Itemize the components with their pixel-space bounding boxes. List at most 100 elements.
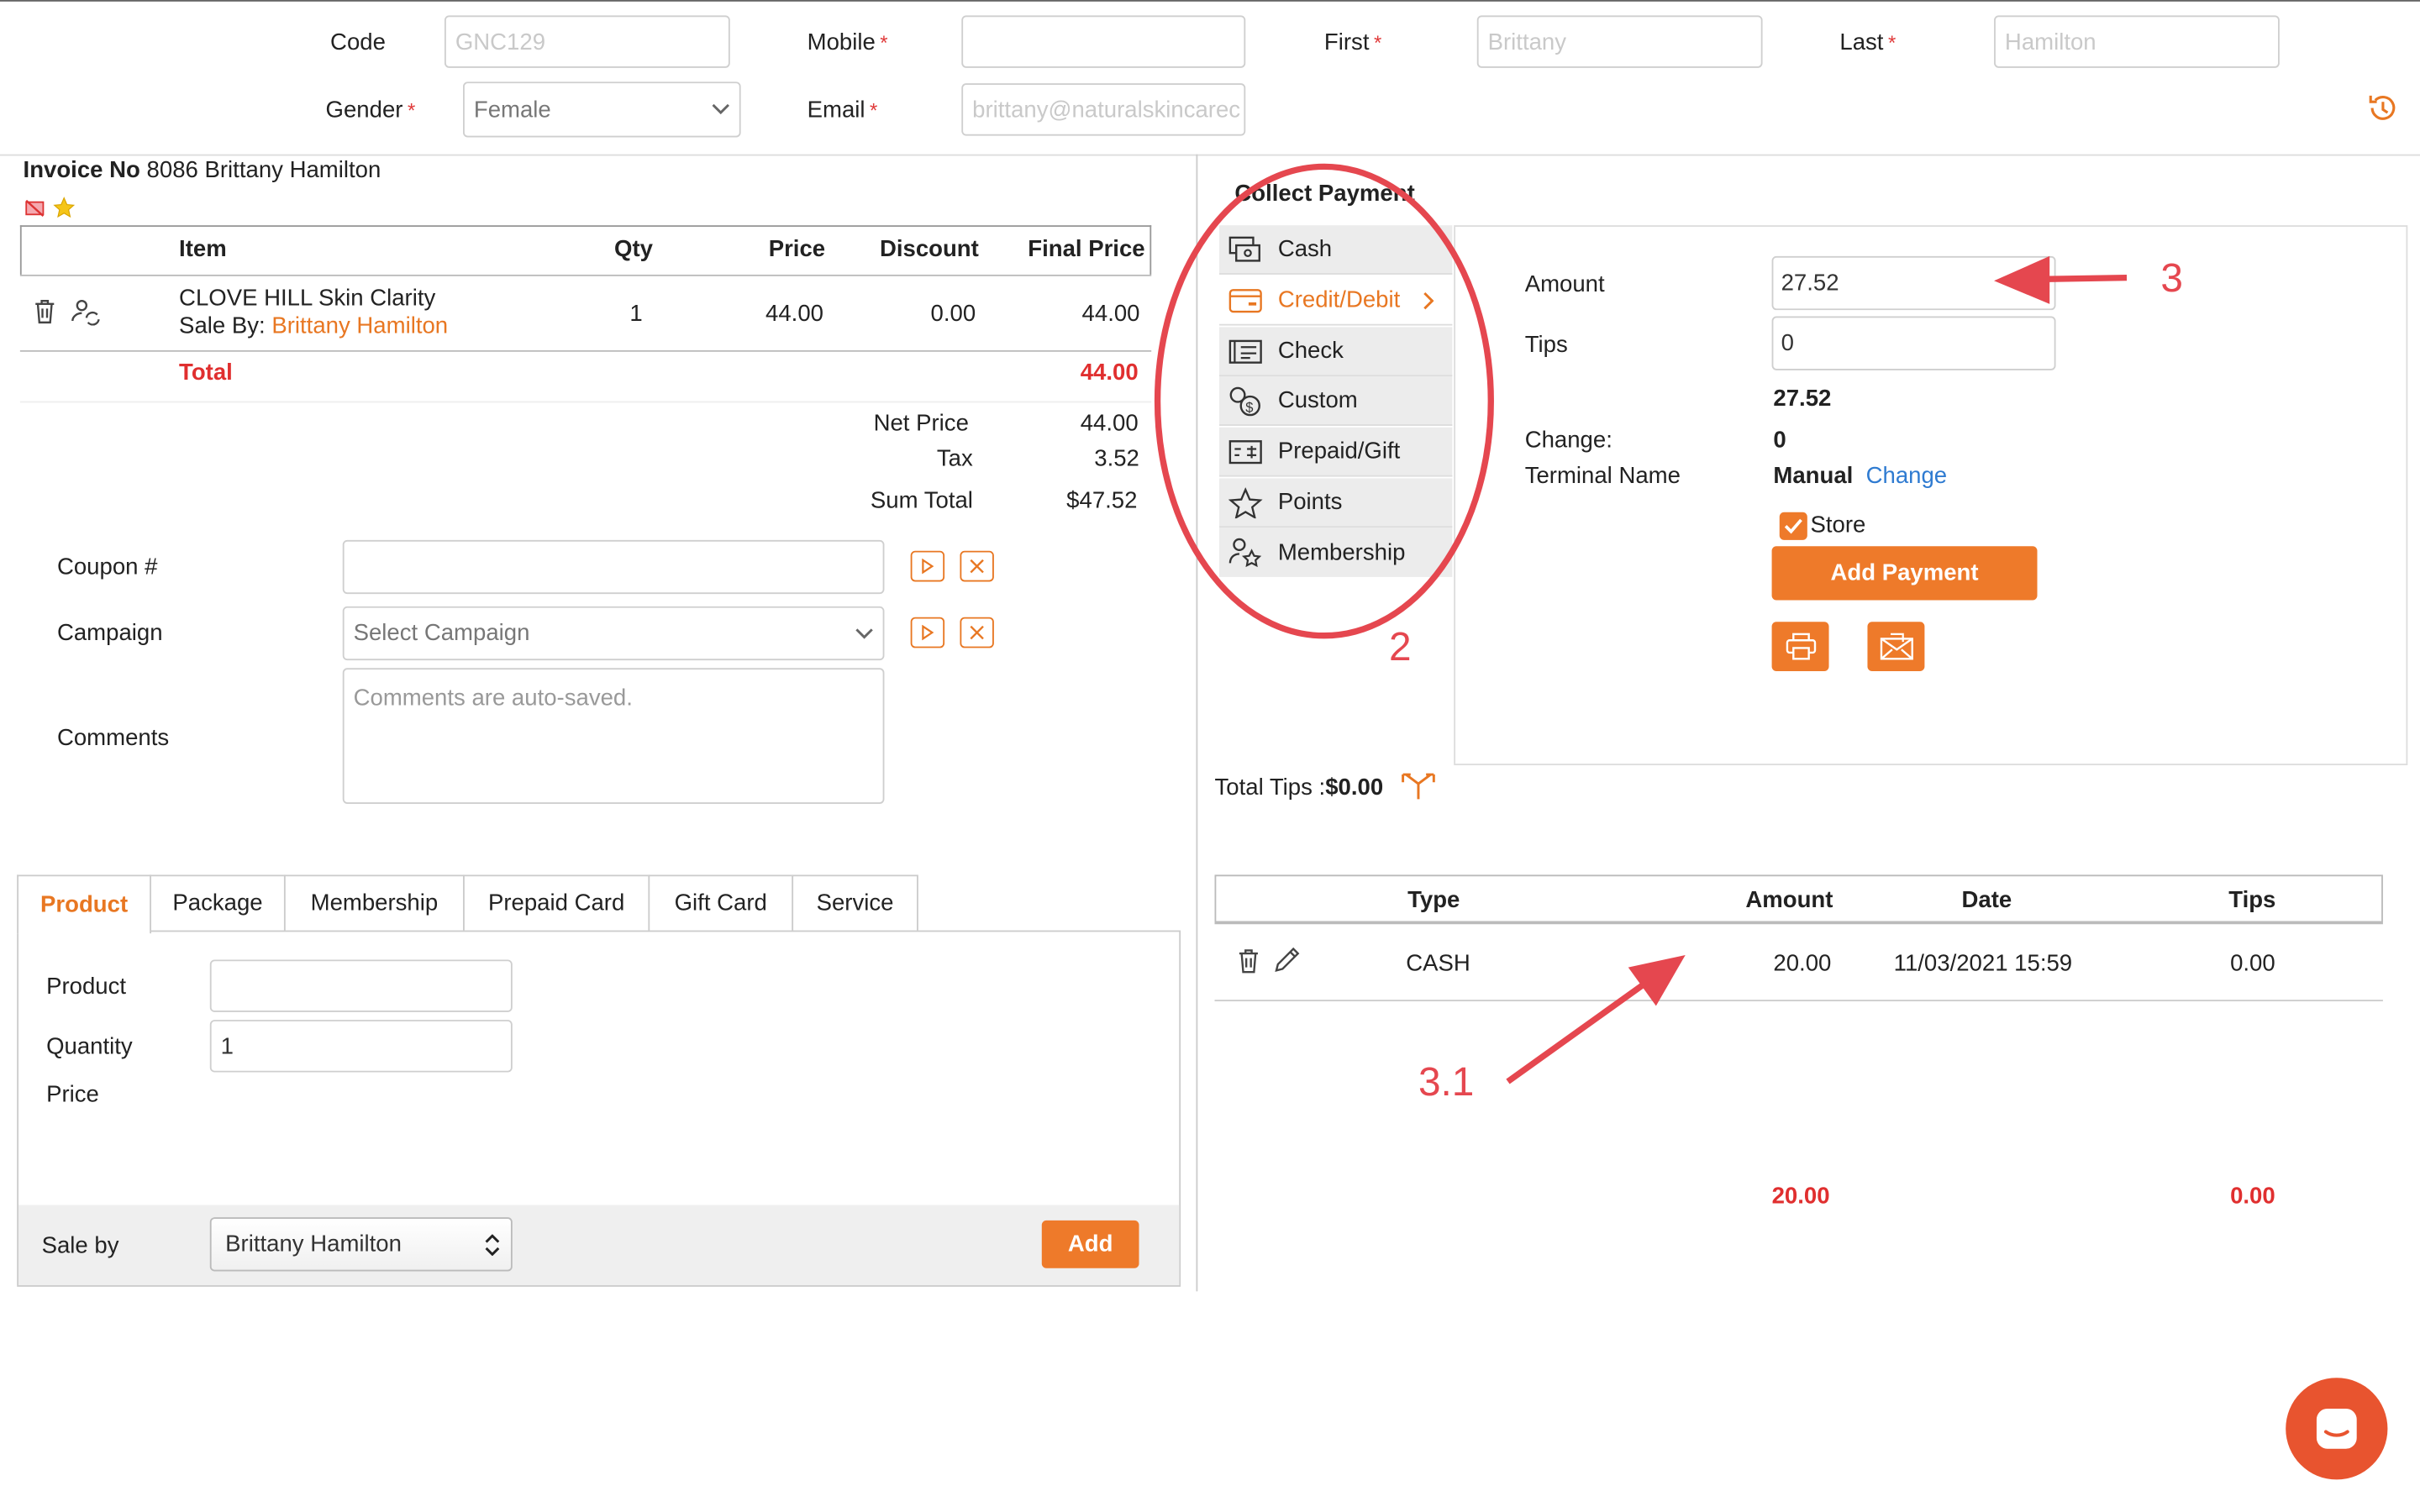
coupon-clear-button[interactable] (960, 550, 994, 582)
quantity-input[interactable]: 1 (209, 1020, 513, 1073)
chat-launcher-button[interactable] (2286, 1378, 2388, 1480)
method-prepaid-gift[interactable]: Prepaid/Gift (1219, 427, 1453, 477)
window-top-border (0, 0, 2420, 2)
col-discount: Discount (879, 236, 979, 263)
product-input[interactable] (209, 959, 513, 1012)
tab-service[interactable]: Service (792, 874, 918, 932)
last-name-input[interactable]: Hamilton (1994, 15, 2280, 68)
store-checkbox[interactable] (1779, 512, 1807, 540)
amount-input[interactable]: 27.52 (1771, 255, 2056, 311)
gender-label: Gender * (325, 97, 416, 123)
printer-icon (1785, 633, 1816, 660)
item-name: CLOVE HILL Skin Clarity (179, 285, 436, 312)
mobile-input[interactable] (961, 15, 1246, 68)
change-value: 0 (1773, 427, 1786, 454)
total-value: 44.00 (1080, 359, 1139, 386)
item-sale-by-link[interactable]: Brittany Hamilton (271, 313, 448, 339)
membership-icon (1228, 538, 1262, 568)
col-type: Type (1407, 887, 1460, 914)
sale-by-select[interactable]: Brittany Hamilton (209, 1217, 513, 1272)
code-input[interactable]: GNC129 (444, 15, 730, 68)
item-final-price: 44.00 (1081, 301, 1140, 328)
gender-select[interactable]: Female (463, 81, 741, 138)
net-price-value: 44.00 (1080, 410, 1139, 437)
invoice-heading: Invoice No 8086 Brittany Hamilton (24, 157, 381, 183)
method-cash[interactable]: Cash (1219, 225, 1453, 275)
close-icon (970, 559, 984, 574)
campaign-label: Campaign (56, 620, 163, 647)
method-credit-debit-label: Credit/Debit (1277, 286, 1401, 313)
item-sale-by: Sale By: Brittany Hamilton (179, 312, 449, 340)
sale-by-label: Sale by (41, 1232, 119, 1259)
total-tips: Total Tips :$0.00 (1214, 774, 1384, 801)
method-check[interactable]: Check (1219, 327, 1453, 377)
tips-input[interactable]: 0 (1771, 316, 2056, 370)
tab-gift-card[interactable]: Gift Card (648, 874, 794, 932)
invoice-table-top (19, 225, 1152, 228)
first-name-label: First * (1323, 29, 1382, 56)
coupon-apply-button[interactable] (910, 550, 945, 582)
close-icon (970, 625, 984, 640)
method-points[interactable]: Points (1219, 478, 1453, 528)
invoice-number: 8086 (146, 157, 198, 184)
col-amount: Amount (1745, 887, 1833, 914)
store-label: Store (1810, 512, 1866, 539)
tab-membership[interactable]: Membership (283, 874, 465, 932)
email-input[interactable]: brittany@naturalskincarec (961, 83, 1246, 136)
history-icon[interactable] (2366, 91, 2400, 124)
add-payment-button[interactable]: Add Payment (1771, 546, 2038, 601)
email-receipt-button[interactable] (1867, 622, 1925, 671)
code-label: Code (330, 29, 386, 56)
chevron-down-icon (855, 627, 873, 638)
col-date: Date (1961, 887, 2012, 914)
last-name-label: Last * (1839, 29, 1897, 56)
tab-package[interactable]: Package (150, 874, 286, 932)
chevron-updown-icon (485, 1233, 500, 1256)
col-tips: Tips (2228, 887, 2276, 914)
annotation-3: 3 (2160, 255, 2184, 302)
change-staff-icon[interactable] (71, 297, 102, 326)
panel-divider (1196, 154, 1198, 1292)
annotation-3-1: 3.1 (1418, 1058, 1475, 1105)
col-qty: Qty (614, 236, 653, 263)
tab-prepaid-card[interactable]: Prepaid Card (463, 874, 650, 932)
method-membership-label: Membership (1277, 538, 1406, 566)
tab-product[interactable]: Product (17, 874, 152, 934)
app-window: Code GNC129 Mobile * First * Brittany Last… (0, 0, 2420, 1512)
chat-icon (2316, 1408, 2357, 1449)
terminal-change-link[interactable]: Change (1866, 463, 1948, 489)
envelope-icon (1879, 633, 1912, 660)
print-receipt-button[interactable] (1771, 622, 1829, 671)
sale-by-bar (18, 1205, 1180, 1286)
product-label: Product (46, 973, 127, 1000)
method-credit-debit[interactable]: Credit/Debit (1219, 276, 1453, 326)
item-qty: 1 (629, 301, 643, 328)
method-prepaid-gift-label: Prepaid/Gift (1277, 438, 1401, 465)
method-membership[interactable]: Membership (1219, 528, 1453, 577)
trash-icon[interactable] (33, 297, 57, 324)
star-outline-icon (1228, 486, 1263, 518)
trash-icon[interactable] (1236, 948, 1260, 974)
col-final-price: Final Price (1028, 236, 1145, 263)
pencil-icon[interactable] (1273, 946, 1301, 974)
first-name-input[interactable]: Brittany (1476, 15, 1763, 68)
split-tips-icon[interactable] (1400, 770, 1437, 801)
method-cash-label: Cash (1277, 236, 1333, 263)
item-discount: 0.00 (930, 301, 976, 328)
tips-label: Tips (1524, 331, 1568, 359)
coupon-label: Coupon # (56, 554, 158, 580)
add-product-button[interactable]: Add (1041, 1220, 1139, 1268)
checkmark-icon (1784, 518, 1802, 534)
cash-icon (1228, 235, 1260, 261)
method-custom[interactable]: $ Custom (1219, 376, 1453, 426)
campaign-select-placeholder: Select Campaign (353, 620, 530, 647)
campaign-clear-button[interactable] (960, 617, 994, 648)
comments-textarea[interactable]: Comments are auto-saved. (342, 668, 885, 804)
coupon-input[interactable] (342, 539, 885, 595)
campaign-select[interactable]: Select Campaign (342, 606, 885, 661)
total-label: Total (179, 359, 233, 386)
change-label: Change: (1524, 427, 1612, 454)
campaign-apply-button[interactable] (910, 617, 945, 648)
payment-row-type: CASH (1406, 950, 1470, 977)
net-price-label: Net Price (873, 410, 969, 437)
